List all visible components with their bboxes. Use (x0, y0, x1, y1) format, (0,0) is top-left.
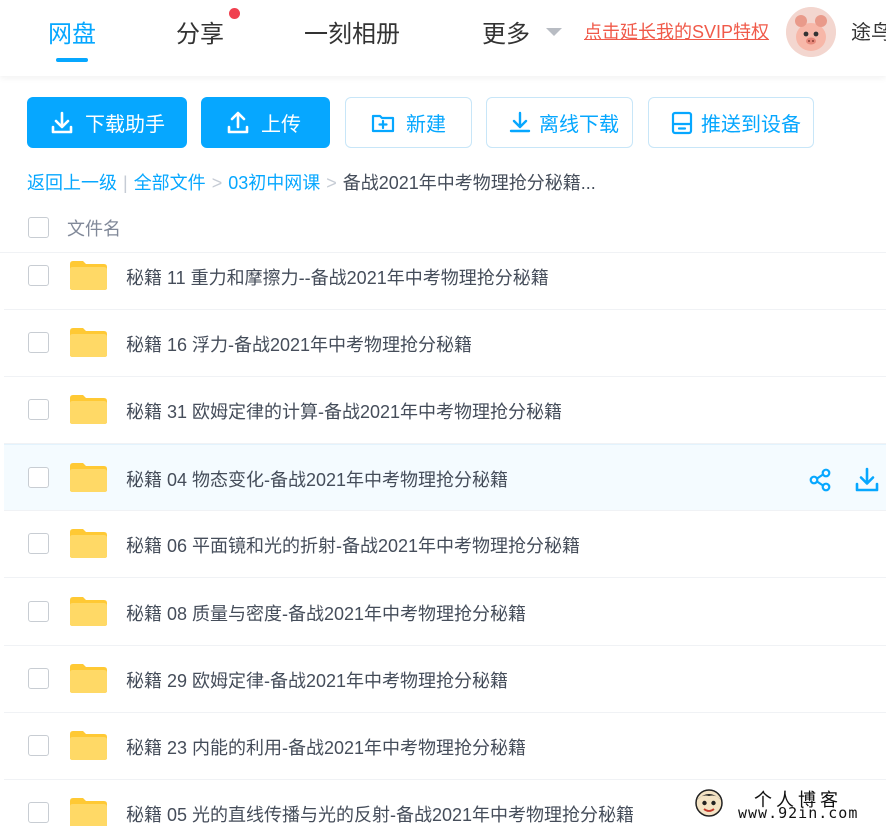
file-row[interactable]: 秘籍 06 平面镜和光的折射-备战2021年中考物理抢分秘籍 (4, 511, 886, 578)
watermark: 个人博客 www.92in.com (694, 786, 886, 826)
breadcrumb-separator-icon: > (326, 173, 337, 193)
column-header-filename[interactable]: 文件名 (67, 215, 121, 241)
file-row[interactable]: 秘籍 11 重力和摩擦力--备战2021年中考物理抢分秘籍 (4, 243, 886, 310)
file-name[interactable]: 秘籍 08 质量与密度-备战2021年中考物理抢分秘籍 (126, 600, 526, 626)
folder-icon (68, 796, 109, 826)
file-name[interactable]: 秘籍 16 浮力-备战2021年中考物理抢分秘籍 (126, 331, 472, 357)
upload-label: 上传 (261, 114, 301, 136)
file-row[interactable]: 秘籍 23 内能的利用-备战2021年中考物理抢分秘籍 (4, 713, 886, 780)
breadcrumb-separator-icon: > (211, 173, 223, 193)
folder-icon (68, 259, 109, 291)
file-row[interactable]: 秘籍 16 浮力-备战2021年中考物理抢分秘籍 (4, 310, 886, 377)
new-label: 新建 (406, 114, 446, 136)
row-checkbox[interactable] (28, 668, 49, 689)
folder-icon (68, 527, 109, 559)
file-name[interactable]: 秘籍 06 平面镜和光的折射-备战2021年中考物理抢分秘籍 (126, 532, 580, 558)
file-row[interactable]: 秘籍 08 质量与密度-备战2021年中考物理抢分秘籍 (4, 579, 886, 646)
notification-dot (229, 8, 240, 19)
file-name[interactable]: 秘籍 23 内能的利用-备战2021年中考物理抢分秘籍 (126, 734, 526, 760)
row-checkbox[interactable] (28, 802, 49, 823)
file-row[interactable]: 秘籍 31 欧姆定律的计算-备战2021年中考物理抢分秘籍 (4, 377, 886, 444)
file-name[interactable]: 秘籍 05 光的直线传播与光的反射-备战2021年中考物理抢分秘籍 (126, 801, 634, 826)
new-folder-icon (370, 110, 396, 136)
download-icon[interactable] (854, 467, 880, 493)
folder-icon (68, 326, 109, 358)
upload-icon (225, 110, 251, 136)
offline-download-label: 离线下载 (539, 114, 619, 136)
breadcrumb-current: 备战2021年中考物理抢分秘籍... (342, 173, 596, 193)
file-row[interactable]: 秘籍 04 物态变化-备战2021年中考物理抢分秘籍 (4, 444, 886, 511)
username[interactable]: 途鸟 (851, 16, 886, 45)
nav-active-indicator (56, 58, 88, 62)
folder-icon (68, 595, 109, 627)
offline-download-icon (507, 110, 533, 136)
svip-renew-link[interactable]: 点击延长我的SVIP特权 (584, 18, 769, 44)
breadcrumb: 返回上一级 | 全部文件 >03初中网课 > 备战2021年中考物理抢分秘籍... (27, 169, 596, 195)
nav-item-netdisk[interactable]: 网盘 (48, 14, 96, 49)
file-name[interactable]: 秘籍 11 重力和摩擦力--备战2021年中考物理抢分秘籍 (126, 264, 549, 290)
avatar[interactable] (786, 7, 836, 57)
folder-icon (68, 729, 109, 761)
nav-item-more[interactable]: 更多 (482, 14, 530, 49)
nav-item-share[interactable]: 分享 (176, 14, 224, 49)
row-checkbox[interactable] (28, 601, 49, 622)
file-name[interactable]: 秘籍 04 物态变化-备战2021年中考物理抢分秘籍 (126, 466, 508, 492)
row-checkbox[interactable] (28, 735, 49, 756)
folder-icon (68, 393, 109, 425)
row-checkbox[interactable] (28, 332, 49, 353)
file-name[interactable]: 秘籍 29 欧姆定律-备战2021年中考物理抢分秘籍 (126, 667, 508, 693)
top-nav: 网盘 分享 一刻相册 更多 点击延长我的SVIP特权 途鸟 (0, 0, 886, 76)
file-name[interactable]: 秘籍 31 欧姆定律的计算-备战2021年中考物理抢分秘籍 (126, 398, 562, 424)
watermark-logo-icon (695, 789, 723, 817)
row-checkbox[interactable] (28, 265, 49, 286)
nav-item-album[interactable]: 一刻相册 (304, 14, 400, 49)
download-icon (49, 110, 75, 136)
chevron-down-icon[interactable] (546, 28, 562, 36)
row-checkbox[interactable] (28, 467, 49, 488)
upload-button[interactable]: 上传 (201, 97, 330, 148)
push-to-device-label: 推送到设备 (701, 114, 801, 136)
breadcrumb-back-link[interactable]: 返回上一级 (27, 173, 117, 193)
select-all-checkbox[interactable] (28, 217, 49, 238)
folder-icon (68, 461, 109, 493)
file-row[interactable]: 秘籍 29 欧姆定律-备战2021年中考物理抢分秘籍 (4, 646, 886, 713)
breadcrumb-divider: | (123, 173, 128, 193)
offline-download-button[interactable]: 离线下载 (486, 97, 633, 148)
row-checkbox[interactable] (28, 533, 49, 554)
push-to-device-button[interactable]: 推送到设备 (648, 97, 814, 148)
share-icon[interactable] (807, 467, 833, 493)
folder-icon (68, 662, 109, 694)
download-helper-button[interactable]: 下载助手 (27, 97, 187, 148)
breadcrumb-all-files[interactable]: 全部文件 (134, 173, 206, 193)
row-checkbox[interactable] (28, 399, 49, 420)
breadcrumb-folder[interactable]: 03初中网课 (228, 173, 320, 193)
download-helper-label: 下载助手 (85, 114, 165, 136)
watermark-url: www.92in.com (738, 804, 859, 822)
device-icon (669, 110, 695, 136)
new-button[interactable]: 新建 (345, 97, 472, 148)
